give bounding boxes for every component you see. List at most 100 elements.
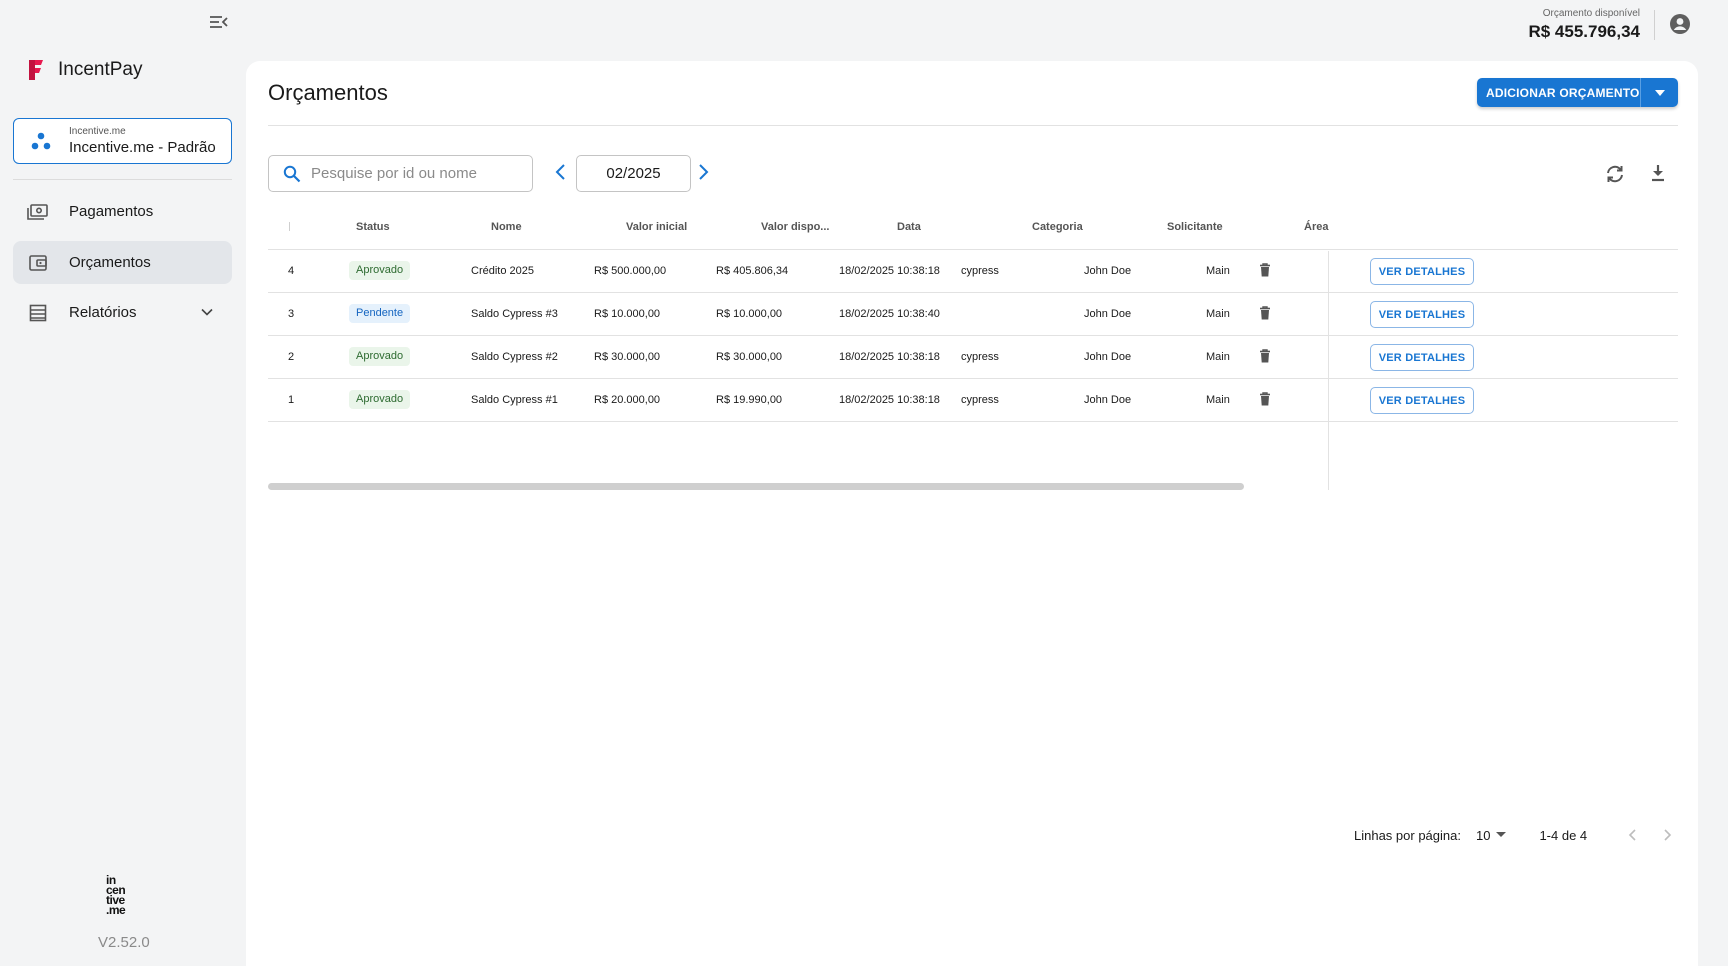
rows-per-page-select[interactable]: 10 — [1475, 827, 1507, 843]
table-row[interactable]: 3 Pendente Saldo Cypress #3 R$ 10.000,00 R$ … — [268, 293, 1678, 336]
header-divider — [1654, 10, 1655, 40]
sidebar-item-label: Relatórios — [69, 304, 137, 321]
app-version: V2.52.0 — [98, 934, 150, 951]
cell-valor-inicial: R$ 10.000,00 — [594, 308, 661, 320]
wallet-icon — [27, 252, 49, 274]
month-selector[interactable]: 02/2025 — [576, 155, 691, 192]
available-budget: Orçamento disponível R$ 455.796,34 — [1528, 8, 1640, 42]
available-budget-label: Orçamento disponível — [1542, 8, 1640, 19]
column-header-solicitante[interactable]: Solicitante — [1167, 221, 1223, 233]
table-row[interactable]: 2 Aprovado Saldo Cypress #2 R$ 30.000,00 R$ … — [268, 336, 1678, 379]
column-header-valor-disponivel[interactable]: Valor dispo... — [761, 221, 829, 233]
download-icon[interactable] — [1647, 162, 1671, 186]
column-header-nome[interactable]: Nome — [491, 221, 522, 233]
organization-selector[interactable]: Incentive.me Incentive.me - Padrão — [13, 118, 232, 164]
cell-area: Main — [1206, 308, 1230, 320]
next-page-button[interactable] — [1656, 824, 1678, 846]
cell-valor-disponivel: R$ 19.990,00 — [716, 394, 783, 406]
search-field[interactable] — [268, 155, 533, 192]
cell-valor-inicial: R$ 30.000,00 — [594, 351, 661, 363]
sidebar-item-orcamentos[interactable]: Orçamentos — [13, 241, 232, 284]
status-badge: Aprovado — [349, 347, 411, 366]
status-badge: Aprovado — [349, 390, 411, 409]
cell-categoria: cypress — [961, 394, 999, 406]
payments-icon — [27, 201, 49, 223]
cell-solicitante: John Doe — [1084, 351, 1132, 363]
add-budget-button[interactable]: ADICIONAR ORÇAMENTO — [1477, 86, 1640, 100]
brand: IncentPay — [26, 58, 143, 82]
account-icon[interactable] — [1669, 13, 1693, 37]
view-details-button[interactable]: VER DETALHES — [1370, 258, 1474, 285]
collapse-menu-icon[interactable] — [209, 14, 233, 36]
sidebar-divider — [13, 179, 232, 180]
delete-icon[interactable] — [1259, 306, 1275, 322]
title-divider — [268, 125, 1678, 126]
cell-area: Main — [1206, 351, 1230, 363]
cell-categoria: cypress — [961, 265, 999, 277]
cell-valor-disponivel: R$ 30.000,00 — [716, 351, 783, 363]
search-icon — [283, 165, 301, 182]
cell-id: 1 — [288, 394, 295, 406]
sidebar-item-relatorios[interactable]: Relatórios — [13, 291, 232, 334]
reports-icon — [27, 302, 49, 324]
cell-solicitante: John Doe — [1084, 394, 1132, 406]
cell-valor-disponivel: R$ 405.806,34 — [716, 265, 789, 277]
delete-icon[interactable] — [1259, 392, 1275, 408]
table-row[interactable]: 4 Aprovado Crédito 2025 R$ 500.000,00 R$ 405… — [268, 250, 1678, 293]
status-badge: Pendente — [349, 304, 411, 323]
cell-nome: Crédito 2025 — [471, 265, 534, 277]
cell-id: 4 — [288, 265, 295, 277]
cell-id: 2 — [288, 351, 295, 363]
column-header-valor-inicial[interactable]: Valor inicial — [626, 221, 687, 233]
sidebar-item-pagamentos[interactable]: Pagamentos — [13, 190, 232, 233]
next-month-button[interactable] — [695, 162, 715, 186]
rows-per-page-label: Linhas por página: — [1354, 827, 1461, 843]
cell-data: 18/02/2025 10:38:18 — [839, 394, 940, 406]
cell-solicitante: John Doe — [1084, 308, 1132, 320]
delete-icon[interactable] — [1259, 349, 1275, 365]
table-row[interactable]: 1 Aprovado Saldo Cypress #1 R$ 20.000,00 R$ … — [268, 379, 1678, 422]
delete-icon[interactable] — [1259, 263, 1275, 279]
organization-icon — [31, 132, 51, 150]
chevron-left-icon — [1629, 829, 1636, 841]
cell-data: 18/02/2025 10:38:40 — [839, 308, 940, 320]
caret-down-icon — [1496, 832, 1507, 837]
column-header-categoria[interactable]: Categoria — [1032, 221, 1083, 233]
incentive-me-logo: in cen tive .me — [106, 873, 142, 919]
cell-data: 18/02/2025 10:38:18 — [839, 351, 940, 363]
svg-text:.me: .me — [106, 903, 126, 917]
sticky-column-divider — [1328, 251, 1329, 490]
view-details-button[interactable]: VER DETALHES — [1370, 301, 1474, 328]
table-header: Status Nome Valor inicial Valor dispo...… — [268, 202, 1678, 250]
chevron-down-icon[interactable] — [200, 305, 214, 319]
refresh-icon[interactable] — [1604, 163, 1628, 187]
add-budget-button-group: ADICIONAR ORÇAMENTO — [1477, 78, 1678, 107]
previous-page-button[interactable] — [1622, 824, 1644, 846]
cell-valor-inicial: R$ 20.000,00 — [594, 394, 661, 406]
column-header-area[interactable]: Área — [1304, 221, 1328, 233]
cell-id: 3 — [288, 308, 295, 320]
app-name: IncentPay — [58, 59, 143, 80]
available-budget-value: R$ 455.796,34 — [1528, 22, 1640, 41]
previous-month-button[interactable] — [553, 162, 573, 186]
main-panel: Orçamentos ADICIONAR ORÇAMENTO 02/2025 S… — [246, 61, 1698, 966]
organization-label: Incentive.me — [69, 126, 126, 137]
column-header-status[interactable]: Status — [356, 221, 390, 233]
search-input[interactable] — [311, 165, 511, 182]
chevron-left-icon — [555, 164, 565, 180]
column-header-data[interactable]: Data — [897, 221, 921, 233]
page-title: Orçamentos — [268, 80, 388, 105]
cell-nome: Saldo Cypress #1 — [471, 394, 558, 406]
view-details-button[interactable]: VER DETALHES — [1370, 344, 1474, 371]
column-resize-handle[interactable] — [289, 222, 290, 231]
pagination-range: 1-4 de 4 — [1539, 827, 1588, 843]
add-budget-dropdown-button[interactable] — [1640, 78, 1678, 107]
view-details-button[interactable]: VER DETALHES — [1370, 387, 1474, 414]
cell-area: Main — [1206, 394, 1230, 406]
cell-area: Main — [1206, 265, 1230, 277]
chevron-right-icon — [1664, 829, 1672, 841]
budgets-table: Status Nome Valor inicial Valor dispo...… — [268, 202, 1678, 490]
cell-valor-inicial: R$ 500.000,00 — [594, 265, 667, 277]
horizontal-scrollbar[interactable] — [268, 483, 1244, 490]
rows-per-page-value: 10 — [1475, 827, 1491, 843]
